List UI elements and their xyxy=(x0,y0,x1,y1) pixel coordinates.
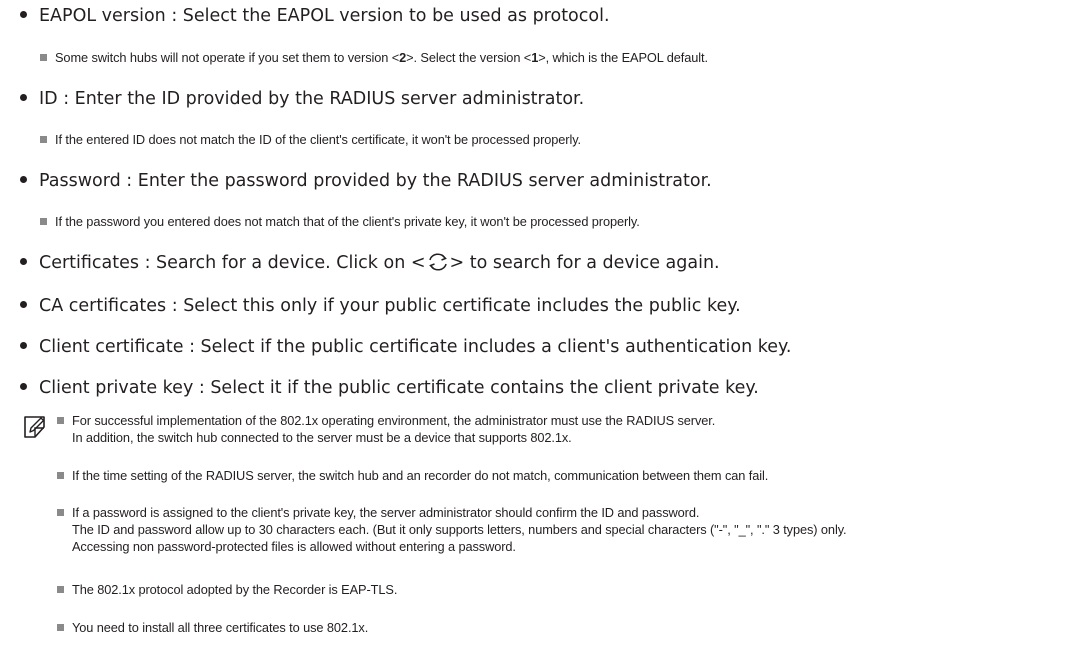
note-item: The 802.1x protocol adopted by the Recor… xyxy=(57,581,397,598)
bullet-eapol-version: EAPOL version : Select the EAPOL version… xyxy=(20,5,610,27)
note-pencil-icon xyxy=(24,416,45,438)
subnote-eapol: Some switch hubs will not operate if you… xyxy=(40,49,708,66)
note-item: If the time setting of the RADIUS server… xyxy=(57,467,768,484)
bullet-text: EAPOL version : Select the EAPOL version… xyxy=(39,6,610,26)
square-bullet xyxy=(57,417,64,424)
bullet-dot xyxy=(20,301,27,308)
square-bullet xyxy=(57,586,64,593)
note-item: For successful implementation of the 802… xyxy=(57,412,715,446)
bullet-password: Password : Enter the password provided b… xyxy=(20,170,712,192)
square-bullet xyxy=(57,472,64,479)
bullet-dot xyxy=(20,176,27,183)
bullet-dot xyxy=(20,11,27,18)
note-item: If a password is assigned to the client'… xyxy=(57,504,847,555)
note-item: You need to install all three certificat… xyxy=(57,619,368,636)
bullet-text: Password : Enter the password provided b… xyxy=(39,171,712,191)
bullet-text: Client private key : Select it if the pu… xyxy=(39,378,759,398)
square-bullet xyxy=(40,218,47,225)
square-bullet xyxy=(57,509,64,516)
square-bullet xyxy=(57,624,64,631)
bullet-dot xyxy=(20,258,27,265)
bullet-client-private-key: Client private key : Select it if the pu… xyxy=(20,377,759,399)
bullet-text: Client certificate : Select if the publi… xyxy=(39,337,792,357)
square-bullet xyxy=(40,54,47,61)
bullet-dot xyxy=(20,342,27,349)
bullet-client-certificate: Client certificate : Select if the publi… xyxy=(20,336,791,358)
bullet-dot xyxy=(20,94,27,101)
bullet-text: ID : Enter the ID provided by the RADIUS… xyxy=(39,89,585,109)
subnote-id: If the entered ID does not match the ID … xyxy=(40,131,581,148)
refresh-icon xyxy=(428,253,447,271)
square-bullet xyxy=(40,136,47,143)
bullet-certificates: Certificates : Search for a device. Clic… xyxy=(20,252,720,274)
bullet-ca-certificates: CA certificates : Select this only if yo… xyxy=(20,295,741,317)
subnote-password: If the password you entered does not mat… xyxy=(40,213,640,230)
bullet-text: CA certificates : Select this only if yo… xyxy=(39,296,741,316)
bullet-id: ID : Enter the ID provided by the RADIUS… xyxy=(20,88,584,110)
bullet-dot xyxy=(20,383,27,390)
